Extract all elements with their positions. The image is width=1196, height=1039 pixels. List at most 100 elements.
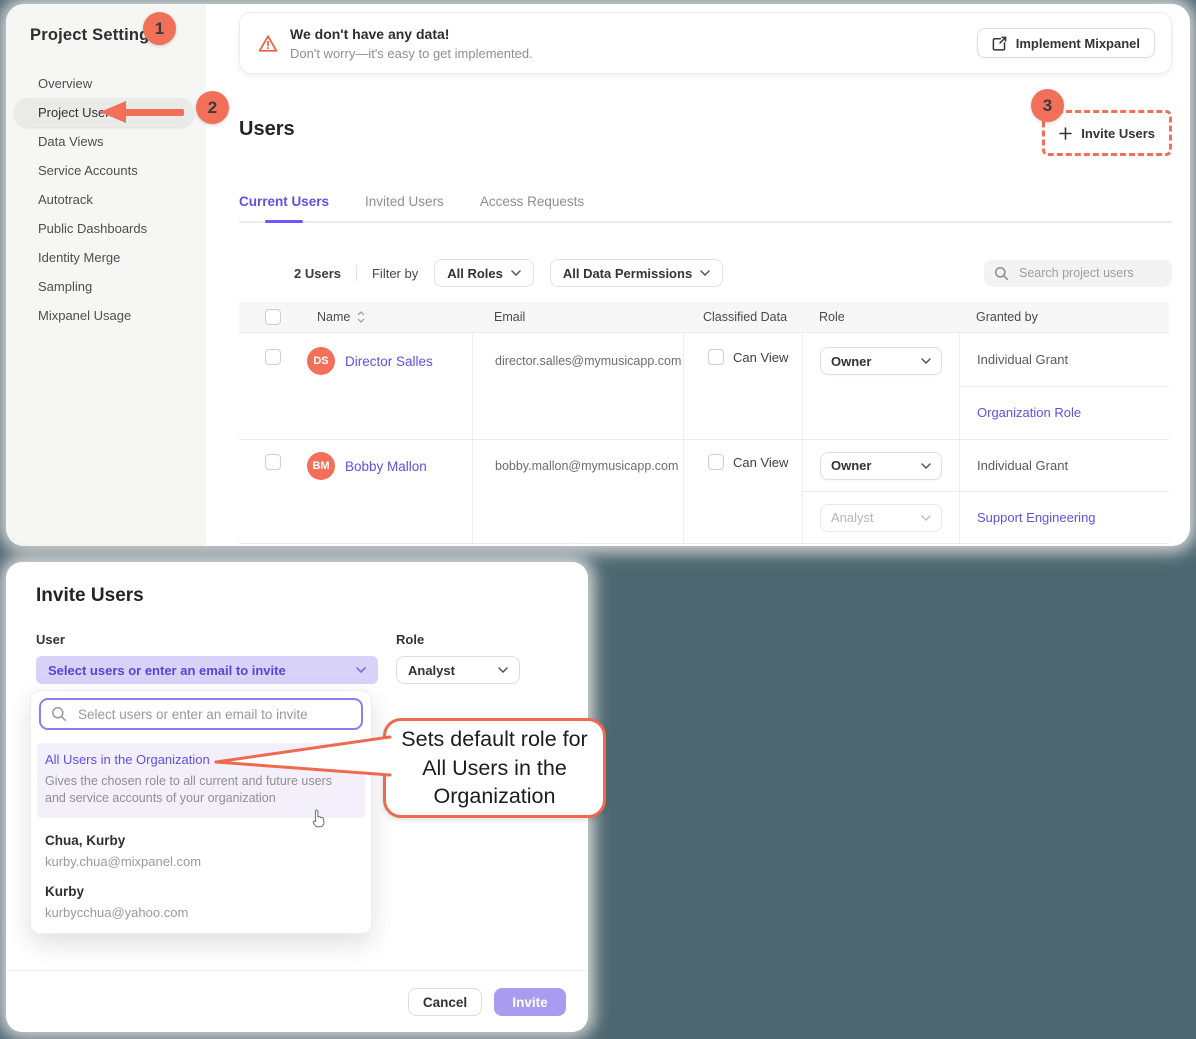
- dropdown-search-input[interactable]: [76, 706, 351, 723]
- role-field-group: Role Analyst: [378, 632, 520, 684]
- project-users-content: We don't have any data! Don't worry—it's…: [206, 4, 1190, 546]
- classified-data-cell: Can View: [683, 333, 802, 439]
- annotation-arrow-bar: [124, 109, 184, 116]
- cancel-button[interactable]: Cancel: [408, 988, 482, 1016]
- header-name[interactable]: Name: [307, 302, 472, 332]
- modal-title: Invite Users: [6, 562, 588, 607]
- warning-icon: [258, 34, 278, 53]
- step-2-badge: 2: [196, 91, 229, 124]
- external-link-icon: [992, 36, 1007, 51]
- header-email: Email: [472, 302, 683, 332]
- role-cell: Owner Analyst: [802, 440, 959, 543]
- invite-users-button[interactable]: Invite Users: [1051, 118, 1163, 148]
- active-tab-indicator: [265, 220, 303, 223]
- tab-invited-users[interactable]: Invited Users: [365, 194, 444, 209]
- table-row: BM Bobby Mallon bobby.mallon@mymusicapp.…: [239, 439, 1169, 544]
- select-all-checkbox[interactable]: [265, 309, 281, 325]
- avatar: BM: [307, 452, 335, 480]
- implement-mixpanel-button[interactable]: Implement Mixpanel: [977, 28, 1155, 58]
- role-label: Role: [396, 632, 520, 647]
- table-row: DS Director Salles director.salles@mymus…: [239, 332, 1169, 439]
- option-user[interactable]: Chua, Kurby kurby.chua@mixpanel.com: [45, 833, 371, 869]
- sort-icon: [357, 311, 365, 323]
- invite-form-row: User Select users or enter an email to i…: [36, 632, 558, 684]
- email-cell: director.salles@mymusicapp.com: [472, 333, 683, 439]
- header-classified-data: Classified Data: [683, 302, 802, 332]
- permissions-filter-dropdown[interactable]: All Data Permissions: [550, 259, 723, 287]
- settings-sidebar: Project Settings Overview Project Users …: [6, 4, 206, 546]
- filter-row: 2 Users Filter by All Roles All Data Per…: [239, 259, 1172, 287]
- option-user[interactable]: Kurby kurbycchua@yahoo.com: [45, 884, 371, 920]
- granted-by-link[interactable]: Organization Role: [977, 405, 1081, 420]
- user-count: 2 Users: [294, 266, 341, 281]
- users-table: Name Email Classified Data Role Granted …: [239, 302, 1169, 544]
- page-title: Users: [239, 118, 295, 141]
- header-granted-by: Granted by: [959, 302, 1169, 332]
- granted-by-value: Individual Grant: [977, 352, 1068, 367]
- name-cell: DS Director Salles: [307, 333, 472, 439]
- no-data-banner: We don't have any data! Don't worry—it's…: [239, 12, 1172, 74]
- chevron-down-icon: [700, 270, 710, 276]
- sidebar-item-service-accounts[interactable]: Service Accounts: [14, 156, 194, 185]
- annotation-arrow-icon: [100, 101, 126, 123]
- callout-tail: [214, 724, 398, 782]
- table-header-row: Name Email Classified Data Role Granted …: [239, 302, 1169, 332]
- user-select-dropdown[interactable]: Select users or enter an email to invite: [36, 656, 378, 684]
- sidebar-title: Project Settings: [30, 26, 206, 45]
- sidebar-item-public-dashboards[interactable]: Public Dashboards: [14, 214, 194, 243]
- role-dropdown-disabled[interactable]: Analyst: [820, 504, 942, 532]
- classified-data-cell: Can View: [683, 440, 802, 543]
- sidebar-item-overview[interactable]: Overview: [14, 69, 194, 98]
- chevron-down-icon: [921, 515, 931, 521]
- sidebar-item-project-users[interactable]: Project Users: [14, 98, 194, 127]
- hand-cursor-icon: [309, 809, 327, 829]
- modal-footer: Cancel Invite: [6, 970, 588, 1033]
- search-icon: [994, 266, 1009, 281]
- users-tabs: Current Users Invited Users Access Reque…: [239, 194, 1172, 223]
- project-settings-window: 1 2 3 Project Settings Overview Project …: [6, 4, 1190, 546]
- callout-bubble: Sets default role for All Users in the O…: [383, 718, 606, 818]
- sidebar-item-autotrack[interactable]: Autotrack: [14, 185, 194, 214]
- banner-subtitle: Don't worry—it's easy to get implemented…: [290, 46, 533, 61]
- chevron-down-icon: [921, 358, 931, 364]
- sidebar-item-data-views[interactable]: Data Views: [14, 127, 194, 156]
- granted-by-cell: Individual Grant Support Engineering: [959, 440, 1169, 543]
- step-1-badge: 1: [143, 12, 176, 45]
- banner-text: We don't have any data! Don't worry—it's…: [290, 26, 533, 61]
- granted-by-cell: Individual Grant Organization Role: [959, 333, 1169, 439]
- user-name-link[interactable]: Director Salles: [345, 354, 433, 369]
- filter-by-label: Filter by: [372, 266, 418, 281]
- users-header-row: Users Invite Users: [239, 118, 1172, 156]
- user-name-link[interactable]: Bobby Mallon: [345, 459, 427, 474]
- granted-by-value: Individual Grant: [977, 458, 1068, 473]
- email-cell: bobby.mallon@mymusicapp.com: [472, 440, 683, 543]
- row-checkbox[interactable]: [265, 349, 281, 365]
- row-checkbox[interactable]: [265, 454, 281, 470]
- search-project-users-input[interactable]: [1017, 265, 1162, 281]
- chevron-down-icon: [921, 463, 931, 469]
- chevron-down-icon: [498, 667, 508, 673]
- chevron-down-icon: [511, 270, 521, 276]
- sidebar-item-sampling[interactable]: Sampling: [14, 272, 194, 301]
- invite-users-highlight-box: Invite Users: [1042, 110, 1172, 156]
- chevron-down-icon: [356, 667, 366, 673]
- plus-icon: [1059, 127, 1072, 140]
- invite-button[interactable]: Invite: [494, 988, 566, 1016]
- user-field-group: User Select users or enter an email to i…: [36, 632, 378, 684]
- step-3-badge: 3: [1031, 89, 1064, 122]
- role-select-dropdown[interactable]: Analyst: [396, 656, 520, 684]
- granted-by-link[interactable]: Support Engineering: [977, 510, 1096, 525]
- sidebar-item-mixpanel-usage[interactable]: Mixpanel Usage: [14, 301, 194, 330]
- sidebar-item-identity-merge[interactable]: Identity Merge: [14, 243, 194, 272]
- roles-filter-dropdown[interactable]: All Roles: [434, 259, 534, 287]
- role-dropdown[interactable]: Owner: [820, 452, 942, 480]
- user-label: User: [36, 632, 378, 647]
- can-view-checkbox[interactable]: [708, 454, 724, 470]
- can-view-checkbox[interactable]: [708, 349, 724, 365]
- tab-current-users[interactable]: Current Users: [239, 194, 329, 209]
- role-dropdown[interactable]: Owner: [820, 347, 942, 375]
- role-cell: Owner: [802, 333, 959, 439]
- banner-title: We don't have any data!: [290, 26, 533, 42]
- header-role: Role: [802, 302, 959, 332]
- tab-access-requests[interactable]: Access Requests: [480, 194, 584, 209]
